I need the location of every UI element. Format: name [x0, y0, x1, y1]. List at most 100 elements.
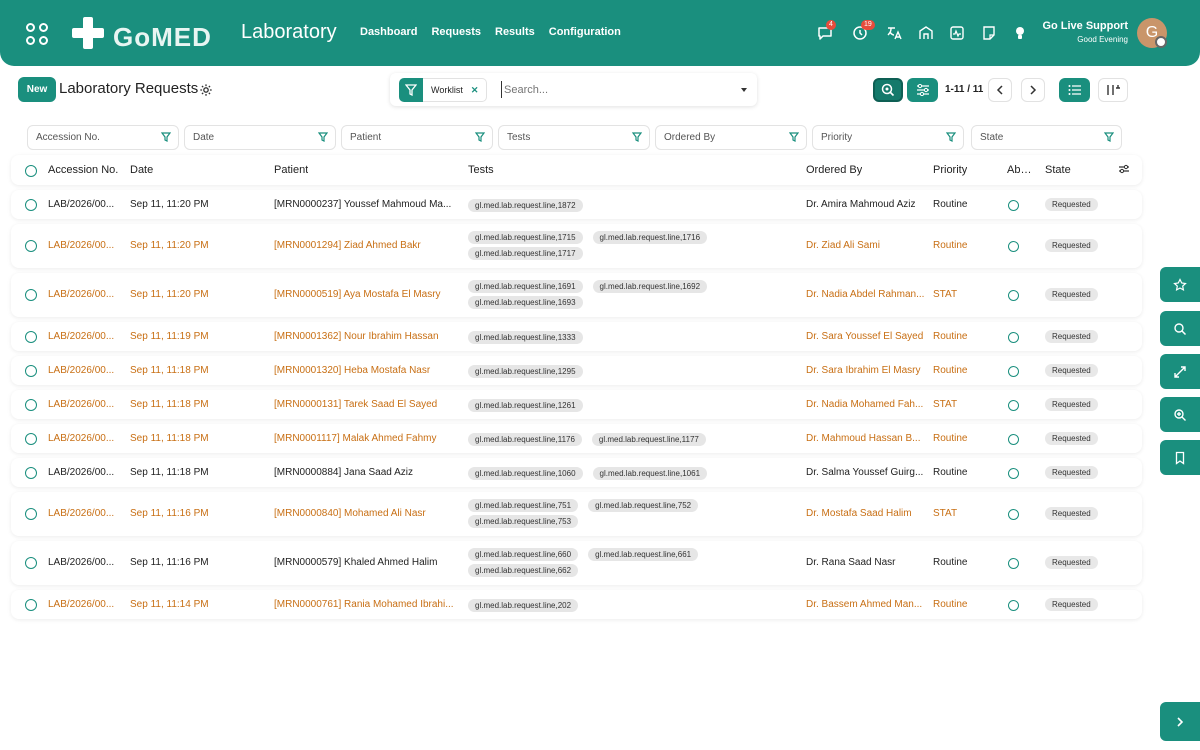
abnormal-toggle[interactable] [1008, 600, 1019, 611]
date-cell: Sep 11, 11:18 PM [130, 365, 209, 376]
col-abnormal[interactable]: Abnormal [1007, 164, 1035, 176]
date-cell: Sep 11, 11:18 PM [130, 433, 209, 444]
filter-icon [161, 132, 171, 142]
test-chip: gl.med.lab.request.line,1692 [592, 280, 708, 293]
chevron-right-icon [1177, 716, 1184, 727]
test-chip: gl.med.lab.request.line,751 [468, 499, 579, 512]
adjust-filters-button[interactable] [907, 78, 938, 102]
row-select-checkbox[interactable] [25, 599, 37, 611]
row-select-checkbox[interactable] [25, 557, 37, 569]
table-row[interactable]: LAB/2026/00... Sep 11, 11:16 PM [MRN000057… [11, 541, 1142, 585]
chevron-down-icon[interactable] [741, 88, 747, 92]
row-select-checkbox[interactable] [25, 365, 37, 377]
row-select-checkbox[interactable] [25, 199, 37, 211]
col-ordered-by[interactable]: Ordered By [806, 164, 862, 176]
abnormal-toggle[interactable] [1008, 400, 1019, 411]
row-select-checkbox[interactable] [25, 399, 37, 411]
filter-tests[interactable]: Tests [498, 125, 650, 150]
table-row[interactable]: LAB/2026/00... Sep 11, 11:20 PM [MRN000129… [11, 224, 1142, 268]
abnormal-toggle[interactable] [1008, 241, 1019, 252]
accession-cell: LAB/2026/00... [48, 289, 115, 300]
zoom-search-button[interactable] [873, 78, 903, 102]
test-chip: gl.med.lab.request.line,660 [468, 548, 579, 561]
expand-panel-button[interactable] [1160, 702, 1200, 741]
filter-patient[interactable]: Patient [341, 125, 493, 150]
filter-priority[interactable]: Priority [812, 125, 964, 150]
lightbulb-icon[interactable] [1011, 24, 1029, 42]
abnormal-toggle[interactable] [1008, 332, 1019, 343]
search-input[interactable] [504, 78, 724, 102]
abnormal-toggle[interactable] [1008, 434, 1019, 445]
nav-configuration[interactable]: Configuration [549, 26, 621, 38]
row-select-checkbox[interactable] [25, 433, 37, 445]
worklist-facet[interactable]: Worklist ✕ [423, 78, 488, 102]
monitor-pulse-icon[interactable] [948, 24, 966, 42]
col-tests[interactable]: Tests [468, 164, 494, 176]
previous-page-button[interactable] [988, 78, 1012, 102]
col-priority[interactable]: Priority [933, 164, 967, 176]
side-expand-button[interactable] [1160, 354, 1200, 389]
chat-icon[interactable]: 4 [816, 20, 836, 42]
new-button[interactable]: New [18, 77, 56, 102]
abnormal-toggle[interactable] [1008, 558, 1019, 569]
col-patient[interactable]: Patient [274, 164, 308, 176]
table-row[interactable]: LAB/2026/00... Sep 11, 11:18 PM [MRN000132… [11, 356, 1142, 385]
row-select-checkbox[interactable] [25, 289, 37, 301]
side-search-button[interactable] [1160, 311, 1200, 346]
state-badge: Requested [1045, 432, 1098, 445]
table-row[interactable]: LAB/2026/00... Sep 11, 11:18 PM [MRN000013… [11, 390, 1142, 419]
table-row[interactable]: LAB/2026/00... Sep 11, 11:20 PM [MRN000051… [11, 273, 1142, 317]
abnormal-toggle[interactable] [1008, 468, 1019, 479]
select-all-checkbox[interactable] [25, 165, 37, 177]
abnormal-toggle[interactable] [1008, 200, 1019, 211]
filter-accession[interactable]: Accession No. [27, 125, 179, 150]
abnormal-toggle[interactable] [1008, 509, 1019, 520]
filter-state[interactable]: State [971, 125, 1122, 150]
table-row[interactable]: LAB/2026/00... Sep 11, 11:18 PM [MRN000088… [11, 458, 1142, 487]
col-state[interactable]: State [1045, 164, 1071, 176]
patient-cell: [MRN0000761] Rania Mohamed Ibrahi... [274, 599, 454, 610]
table-row[interactable]: LAB/2026/00... Sep 11, 11:19 PM [MRN000136… [11, 322, 1142, 351]
abnormal-toggle[interactable] [1008, 366, 1019, 377]
row-select-checkbox[interactable] [25, 508, 37, 520]
apps-menu-icon[interactable] [26, 23, 48, 45]
gear-icon[interactable] [199, 83, 213, 97]
test-chip: gl.med.lab.request.line,1261 [468, 399, 583, 412]
nav-results[interactable]: Results [495, 26, 535, 38]
state-badge: Requested [1045, 239, 1098, 252]
hospital-icon[interactable] [917, 24, 935, 42]
row-select-checkbox[interactable] [25, 240, 37, 252]
column-settings-icon[interactable] [1118, 164, 1130, 177]
row-select-checkbox[interactable] [25, 331, 37, 343]
support-block[interactable]: Go Live Support Good Evening [1042, 20, 1128, 44]
table-row[interactable]: LAB/2026/00... Sep 11, 11:20 PM [MRN000023… [11, 190, 1142, 219]
filter-date[interactable]: Date [184, 125, 336, 150]
activity-clock-icon[interactable]: 19 [851, 20, 875, 42]
pager-range[interactable]: 1-11 / 11 [945, 84, 983, 95]
translate-icon[interactable] [885, 24, 903, 42]
table-row[interactable]: LAB/2026/00... Sep 11, 11:14 PM [MRN000076… [11, 590, 1142, 619]
col-date[interactable]: Date [130, 164, 153, 176]
table-row[interactable]: LAB/2026/00... Sep 11, 11:16 PM [MRN000084… [11, 492, 1142, 536]
remove-facet-icon[interactable]: ✕ [471, 85, 479, 95]
ordered-by-cell: Dr. Mostafa Saad Halim [806, 508, 912, 519]
filter-funnel-icon[interactable] [399, 78, 423, 102]
abnormal-toggle[interactable] [1008, 290, 1019, 301]
table-row[interactable]: LAB/2026/00... Sep 11, 11:18 PM [MRN000111… [11, 424, 1142, 453]
state-badge: Requested [1045, 507, 1098, 520]
side-zoom-button[interactable] [1160, 397, 1200, 432]
row-select-checkbox[interactable] [25, 467, 37, 479]
side-bookmark-button[interactable] [1160, 440, 1200, 475]
date-cell: Sep 11, 11:18 PM [130, 399, 209, 410]
patient-cell: [MRN0001362] Nour Ibrahim Hassan [274, 331, 439, 342]
notes-icon[interactable] [980, 24, 998, 42]
nav-requests[interactable]: Requests [431, 26, 481, 38]
col-accession[interactable]: Accession No. [48, 164, 118, 176]
next-page-button[interactable] [1021, 78, 1045, 102]
favorite-star-button[interactable] [1160, 267, 1200, 302]
test-chip: gl.med.lab.request.line,1333 [468, 331, 583, 344]
filter-ordered-by[interactable]: Ordered By [655, 125, 807, 150]
list-view-button[interactable] [1059, 78, 1090, 102]
split-view-button[interactable] [1098, 78, 1128, 102]
nav-dashboard[interactable]: Dashboard [360, 26, 417, 38]
